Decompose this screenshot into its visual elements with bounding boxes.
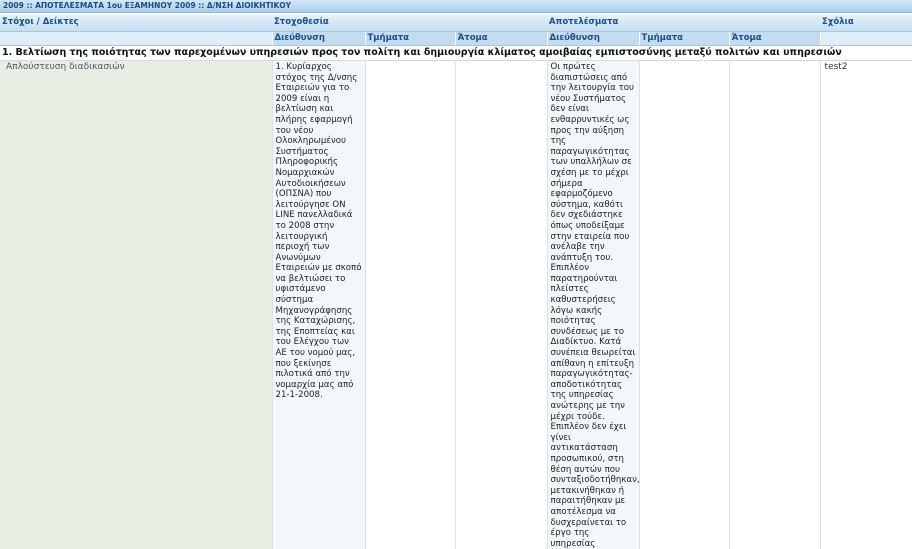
column-header-goals: Στόχοι / Δείκτες [0,15,272,32]
column-header-results: Αποτελέσματα [547,15,820,32]
subheader-result-persons: Άτομα [729,32,820,46]
column-header-comments: Σχόλια [820,15,912,32]
target-departments-cell [365,61,455,549]
subheader-comments-blank [820,32,912,46]
section-title: 1. Βελτίωση της ποιότητας των παρεχομένω… [0,46,912,61]
goal-cell: Απλούστευση διαδικασιών [0,61,272,549]
target-persons-cell [455,61,547,549]
subheader-result-departments: Τμήματα [639,32,729,46]
subheader-target-persons: Άτομα [455,32,547,46]
subheader-result-directorate: Διεύθυνση [547,32,639,46]
column-header-targeting: Στοχοθεσία [272,15,547,32]
result-persons-cell [729,61,820,549]
target-directorate-cell: 1. Κυρίαρχος στόχος της Δ/νσης Εταιρειών… [272,61,365,549]
header-row: Στόχοι / Δείκτες Στοχοθεσία Αποτελέσματα… [0,15,912,32]
subheader-row: Διεύθυνση Τμήματα Άτομα Διεύθυνση Τμήματ… [0,32,912,46]
section-row: 1. Βελτίωση της ποιότητας των παρεχομένω… [0,46,912,61]
result-departments-cell [639,61,729,549]
result-directorate-cell: Οι πρώτες διαπιστώσεις από την λειτουργί… [547,61,639,549]
page-title: 2009 :: ΑΠΟΤΕΛΕΣΜΑΤΑ 1ου ΕΞΑΜΗΝΟΥ 2009 :… [3,1,291,10]
page-title-bar: 2009 :: ΑΠΟΤΕΛΕΣΜΑΤΑ 1ου ΕΞΑΜΗΝΟΥ 2009 :… [0,0,912,13]
subheader-target-directorate: Διεύθυνση [272,32,365,46]
comment-cell: test2 [820,61,912,549]
subheader-target-departments: Τμήματα [365,32,455,46]
subheader-blank [0,32,272,46]
results-table: Στόχοι / Δείκτες Στοχοθεσία Αποτελέσματα… [0,15,912,549]
table-row: Απλούστευση διαδικασιών 1. Κυρίαρχος στό… [0,61,912,549]
